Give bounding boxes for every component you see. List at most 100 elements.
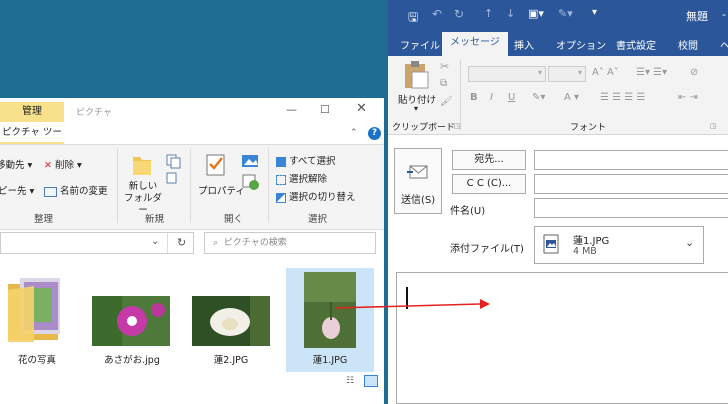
clear-format-icon[interactable]: ⊘	[690, 67, 698, 78]
send-button[interactable]: 送信(S)	[394, 148, 442, 214]
minimize-icon[interactable]: —	[286, 103, 297, 116]
chevron-down-icon[interactable]: ⌄	[151, 236, 159, 247]
window-title: 無題	[686, 10, 708, 23]
italic-icon[interactable]: I	[490, 92, 493, 103]
grow-font-icon[interactable]: A˄ A˅	[592, 67, 619, 78]
attachment-name: 蓮1.JPG	[573, 236, 610, 247]
tab-more[interactable]: ヘ	[720, 37, 728, 52]
format-icon[interactable]: ▣▾	[528, 7, 544, 20]
font-color-icon[interactable]: A ▾	[564, 92, 579, 103]
ribbon-divider	[117, 149, 118, 223]
window-title: ピクチャ	[76, 108, 112, 118]
attachment-chip[interactable]: 蓮1.JPG 4 MB ⌄	[534, 226, 704, 264]
search-box[interactable]: ⌕ ピクチャの検索	[204, 232, 376, 254]
bullets-icon[interactable]: ☰▾ ☰▾	[636, 67, 667, 78]
to-button[interactable]: 宛先...	[452, 150, 526, 170]
explorer-ribbon: 移動先 ▾ ✕ 削除 ▾ ピー先 ▾ 名前の変更 整理 新しい フォルダー 新規…	[0, 144, 384, 230]
manage-tab[interactable]: 管理	[0, 102, 64, 122]
tab-picture-tools[interactable]: ピクチャ ツール	[0, 124, 64, 156]
rename-label: 名前の変更	[60, 186, 108, 197]
outlook-ribbon: 貼り付け ▾ ✂ ⧉ 🖌 クリップボード ◳ ▾ ▾ A˄ A˅ ☰▾ ☰▾ ⊘…	[388, 56, 728, 135]
dialog-launcher-icon[interactable]: ◳	[710, 122, 717, 130]
large-icons-view-icon[interactable]	[364, 375, 378, 387]
close-icon[interactable]: ✕	[356, 101, 367, 116]
customize-toolbar-icon[interactable]: ▾	[592, 7, 597, 18]
tab-message[interactable]: メッセージ	[442, 32, 508, 56]
font-name-select[interactable]: ▾	[468, 66, 546, 82]
cc-button[interactable]: C C (C)...	[452, 174, 526, 194]
select-all-label: すべて選択	[289, 156, 336, 167]
properties-button[interactable]	[205, 153, 227, 180]
cc-input[interactable]	[534, 174, 728, 194]
chevron-down-icon[interactable]: ⌄	[685, 236, 694, 249]
copy-to-button[interactable]: ピー先 ▾	[0, 183, 34, 197]
highlight-icon[interactable]: ✎▾	[532, 92, 545, 103]
tab-format[interactable]: 書式設定	[616, 37, 656, 52]
details-view-icon[interactable]: ☷	[346, 376, 354, 386]
file-item-asagao[interactable]: あさがお.jpg	[88, 268, 176, 372]
delete-button[interactable]: ✕ 削除 ▾	[44, 157, 82, 171]
select-all-button[interactable]: すべて選択	[276, 153, 336, 167]
ribbon-divider	[268, 149, 269, 223]
tab-file[interactable]: ファイル	[400, 37, 440, 52]
send-icon	[407, 165, 428, 179]
invert-selection-icon	[276, 192, 286, 203]
address-divider	[167, 233, 168, 253]
tab-review[interactable]: 校閲	[678, 37, 698, 52]
underline-icon[interactable]: U	[508, 92, 515, 103]
file-item-lotus1-selected[interactable]: 蓮1.JPG	[286, 268, 374, 372]
image-file-icon	[543, 234, 559, 254]
align-icons[interactable]: ☰ ☰ ☰ ☰	[600, 92, 645, 103]
paste-button[interactable]	[402, 60, 430, 93]
ribbon-collapse-icon[interactable]: ⌃	[350, 128, 358, 138]
outlook-titlebar: 🖫 ↶ ↻ ↑ ↓ ▣▾ ✎▾ ▾ 無題 -	[388, 0, 728, 32]
up-arrow-icon[interactable]: ↑	[484, 7, 493, 20]
indent-icons[interactable]: ⇤ ⇥	[678, 92, 698, 103]
file-name: 蓮2.JPG	[213, 355, 249, 366]
new-item-icon[interactable]	[165, 153, 183, 188]
select-group-label: 選択	[308, 214, 328, 225]
new-folder-button[interactable]	[131, 153, 153, 180]
lotus-thumbnail	[192, 296, 270, 346]
save-icon[interactable]: 🖫	[408, 8, 418, 29]
format-painter-icon[interactable]: 🖌	[440, 96, 453, 107]
message-body[interactable]	[396, 272, 728, 404]
tab-options[interactable]: オプション	[556, 37, 606, 52]
font-size-select[interactable]: ▾	[548, 66, 586, 82]
open-group-label: 開く	[224, 214, 244, 225]
ribbon-tabs: ピクチャ ツール ⌃ ?	[0, 124, 384, 156]
select-none-icon	[276, 174, 286, 185]
subject-input[interactable]	[534, 198, 728, 218]
undo-icon[interactable]: ↶	[432, 7, 442, 21]
delete-icon: ✕	[44, 160, 52, 171]
new-group-label: 新規	[145, 214, 165, 225]
move-to-button[interactable]: 移動先 ▾	[0, 157, 32, 171]
down-arrow-icon[interactable]: ↓	[506, 7, 515, 20]
rename-button[interactable]: 名前の変更	[44, 183, 108, 197]
ribbon-divider	[190, 149, 191, 223]
address-bar[interactable]: ⌄ ↻	[0, 232, 194, 254]
select-all-icon	[276, 156, 286, 167]
invert-selection-button[interactable]: 選択の切り替え	[276, 189, 356, 203]
tab-insert[interactable]: 挿入	[514, 37, 534, 52]
copy-icon[interactable]: ⧉	[440, 78, 447, 89]
morning-glory-thumbnail	[92, 296, 170, 346]
file-item-folder[interactable]: 花の写真	[0, 268, 74, 372]
paste-dropdown-icon[interactable]: ▾	[414, 104, 418, 113]
font-group-label: フォント	[570, 123, 607, 133]
open-icon[interactable]	[240, 153, 262, 198]
to-input[interactable]	[534, 150, 728, 170]
delete-label: 削除	[55, 160, 75, 171]
search-icon: ⌕	[213, 238, 219, 248]
explorer-titlebar: 管理 ピクチャ — ☐ ✕	[0, 98, 384, 126]
signature-icon[interactable]: ✎▾	[558, 7, 573, 20]
bold-icon[interactable]: B	[470, 92, 478, 103]
file-name: 蓮1.JPG	[312, 355, 348, 366]
select-none-button[interactable]: 選択解除	[276, 171, 327, 185]
cut-icon[interactable]: ✂	[440, 60, 449, 73]
maximize-icon[interactable]: ☐	[320, 103, 330, 116]
redo-icon[interactable]: ↻	[454, 7, 464, 21]
help-icon[interactable]: ?	[368, 127, 381, 140]
refresh-icon[interactable]: ↻	[177, 236, 186, 249]
file-item-lotus2[interactable]: 蓮2.JPG	[188, 268, 274, 372]
